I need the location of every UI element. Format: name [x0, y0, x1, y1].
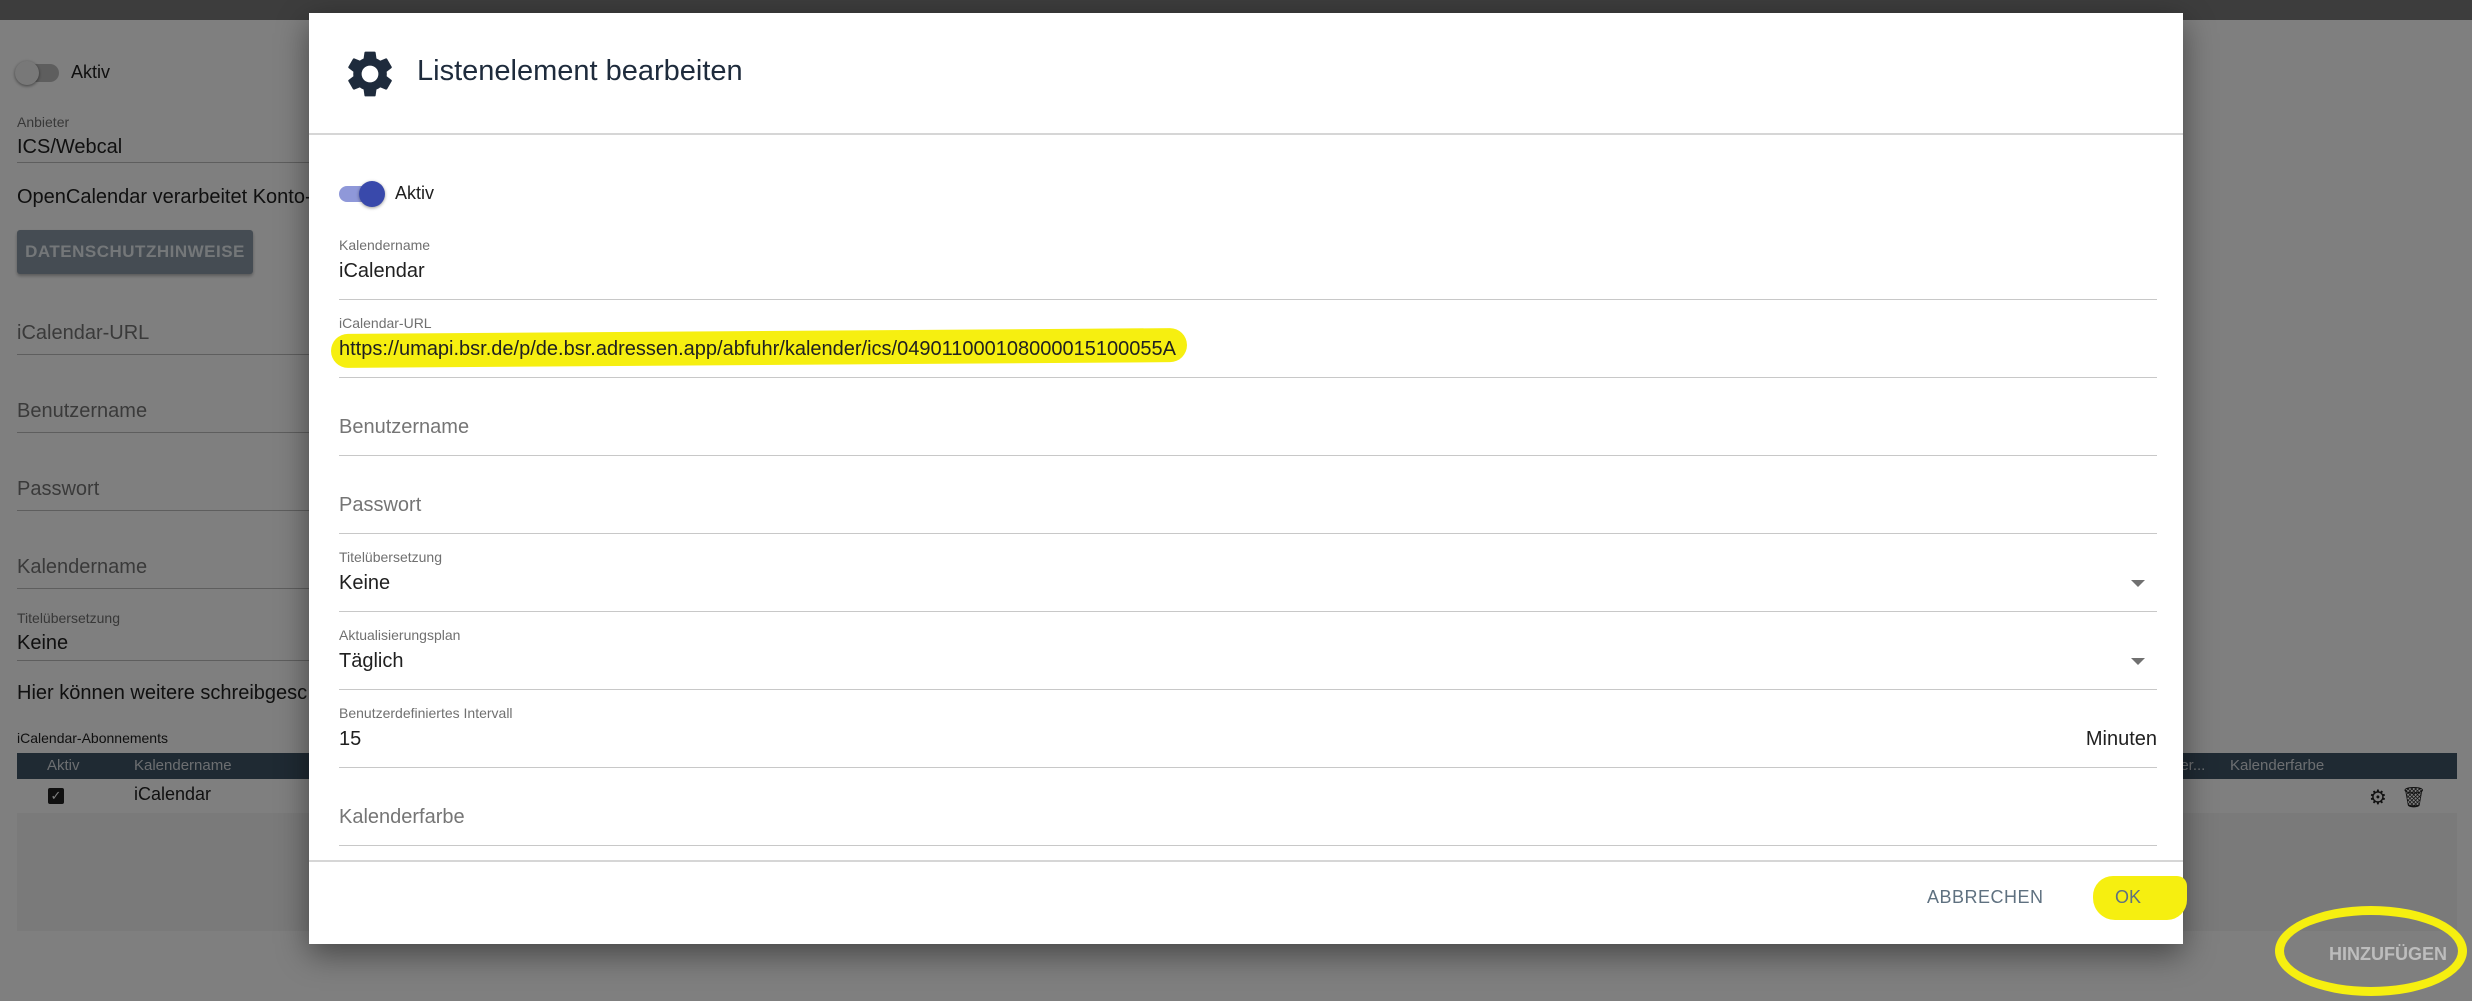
- url-label: iCalendar-URL: [339, 315, 432, 331]
- password-field[interactable]: Passwort: [339, 471, 2157, 534]
- title-translation-select[interactable]: Keine: [339, 572, 390, 595]
- chevron-down-icon[interactable]: [2131, 580, 2145, 587]
- edit-dialog: Listenelement bearbeiten Aktiv Kalendern…: [309, 13, 2187, 946]
- toggle-switch[interactable]: [339, 180, 385, 207]
- interval-input[interactable]: 15: [339, 728, 361, 751]
- title-translation-label: Titelübersetzung: [339, 549, 442, 565]
- active-label: Aktiv: [395, 183, 435, 203]
- active-toggle[interactable]: Aktiv: [339, 180, 435, 207]
- password-input[interactable]: Passwort: [339, 494, 421, 517]
- gear-icon: [348, 51, 392, 97]
- update-plan-label: Aktualisierungsplan: [339, 627, 461, 643]
- interval-unit: Minuten: [2085, 728, 2157, 750]
- username-input[interactable]: Benutzername: [339, 416, 469, 439]
- dialog-footer: ABBRECHEN OK: [309, 860, 2187, 946]
- color-field[interactable]: Kalenderfarbe: [339, 783, 2157, 846]
- ok-button[interactable]: OK: [2115, 887, 2141, 908]
- calname-input[interactable]: iCalendar: [339, 260, 425, 283]
- highlight-annotation: [2275, 906, 2467, 996]
- color-input[interactable]: Kalenderfarbe: [339, 806, 465, 829]
- update-plan-select[interactable]: Täglich: [339, 650, 403, 673]
- username-field[interactable]: Benutzername: [339, 393, 2157, 456]
- url-input[interactable]: https://umapi.bsr.de/p/de.bsr.adressen.a…: [339, 338, 1176, 361]
- calname-label: Kalendername: [339, 237, 431, 253]
- dialog-title: Listenelement bearbeiten: [417, 55, 743, 87]
- interval-field[interactable]: Benutzerdefiniertes Intervall 15 Minuten: [339, 705, 2157, 768]
- cancel-button[interactable]: ABBRECHEN: [1927, 887, 2044, 908]
- update-plan-field[interactable]: Aktualisierungsplan Täglich: [339, 627, 2157, 690]
- url-field[interactable]: iCalendar-URL https://umapi.bsr.de/p/de.…: [330, 315, 2157, 378]
- calname-field[interactable]: Kalendername iCalendar: [339, 237, 2157, 300]
- dialog-header: Listenelement bearbeiten: [309, 13, 2183, 135]
- interval-label: Benutzerdefiniertes Intervall: [339, 705, 513, 721]
- chevron-down-icon[interactable]: [2131, 658, 2145, 665]
- title-translation-field[interactable]: Titelübersetzung Keine: [339, 549, 2157, 612]
